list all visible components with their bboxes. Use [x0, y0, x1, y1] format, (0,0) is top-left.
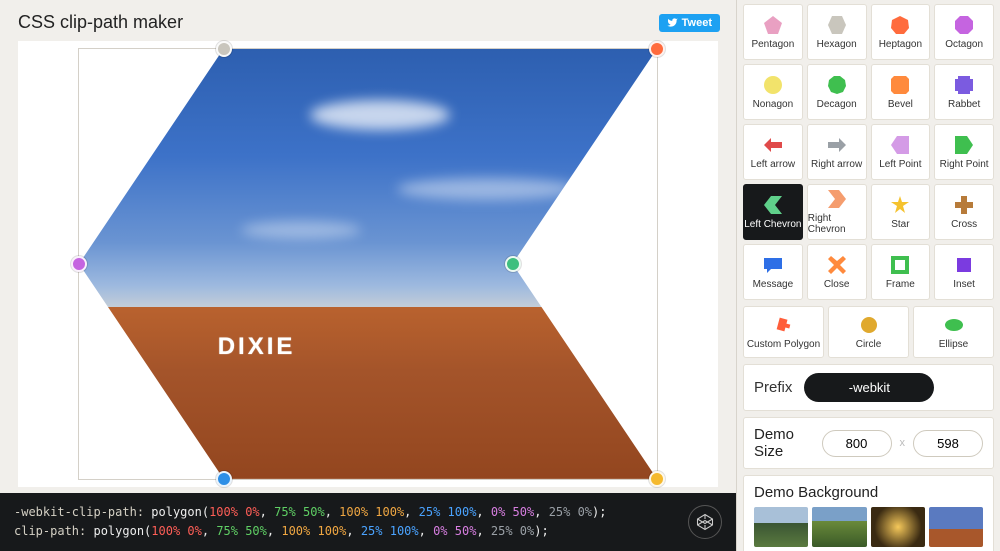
shape-label: Right arrow: [811, 159, 862, 170]
shape-pentagon[interactable]: Pentagon: [743, 4, 803, 60]
shape-label: Close: [824, 279, 850, 290]
left-point-icon: [890, 135, 910, 155]
shape-label: Left Point: [879, 159, 921, 170]
bevel-icon: [890, 75, 910, 95]
demo-height-input[interactable]: [913, 430, 983, 457]
shape-label: Star: [891, 219, 909, 230]
shape-custom-polygon[interactable]: Custom Polygon: [743, 306, 824, 358]
shape-label: Right Point: [940, 159, 989, 170]
shape-message[interactable]: Message: [743, 244, 803, 300]
shape-label: Nonagon: [753, 99, 794, 110]
demo-size-label: Demo Size: [754, 426, 814, 460]
shape-cross[interactable]: Cross: [934, 184, 994, 240]
shape-label: Inset: [953, 279, 975, 290]
shape-frame[interactable]: Frame: [871, 244, 931, 300]
shape-left-point[interactable]: Left Point: [871, 124, 931, 180]
shape-star[interactable]: Star: [871, 184, 931, 240]
shape-inset[interactable]: Inset: [934, 244, 994, 300]
shape-rabbet[interactable]: Rabbet: [934, 64, 994, 120]
octagon-icon: [954, 15, 974, 35]
clip-handle[interactable]: [505, 256, 521, 272]
image-text: DIXIE: [218, 333, 296, 361]
decagon-icon: [827, 75, 847, 95]
nonagon-icon: [763, 75, 783, 95]
size-separator: x: [900, 437, 906, 449]
shape-hexagon[interactable]: Hexagon: [807, 4, 867, 60]
sidebar: Pentagon Hexagon Heptagon Octagon Nonagon Dec…: [736, 0, 1000, 551]
shape-decagon[interactable]: Decagon: [807, 64, 867, 120]
shape-label: Hexagon: [817, 39, 857, 50]
shape-left-arrow[interactable]: Left arrow: [743, 124, 803, 180]
bg-thumb-bridge[interactable]: [754, 507, 808, 547]
cross-icon: [954, 195, 974, 215]
shape-ellipse[interactable]: Ellipse: [913, 306, 994, 358]
demo-canvas[interactable]: DIXIE: [18, 41, 718, 487]
shape-label: Left Chevron: [744, 219, 801, 230]
shape-nonagon[interactable]: Nonagon: [743, 64, 803, 120]
shape-close[interactable]: Close: [807, 244, 867, 300]
right-arrow-icon: [827, 135, 847, 155]
tweet-button[interactable]: Tweet: [659, 14, 720, 32]
clip-handle[interactable]: [71, 256, 87, 272]
codepen-button[interactable]: [688, 505, 722, 539]
shape-circle[interactable]: Circle: [828, 306, 909, 358]
clip-handle[interactable]: [649, 41, 665, 57]
shape-label: Left arrow: [751, 159, 795, 170]
bg-thumb-dixie[interactable]: [929, 507, 983, 547]
custom-polygon-icon: [774, 315, 794, 335]
inset-icon: [954, 255, 974, 275]
rabbet-icon: [954, 75, 974, 95]
shape-right-point[interactable]: Right Point: [934, 124, 994, 180]
code-output: -webkit-clip-path: polygon(100% 0%, 75% …: [14, 503, 607, 541]
clip-handle[interactable]: [216, 41, 232, 57]
circle-icon: [859, 315, 879, 335]
ellipse-icon: [944, 315, 964, 335]
shape-label: Ellipse: [939, 339, 968, 350]
prefix-label: Prefix: [754, 379, 792, 396]
clip-handle[interactable]: [649, 471, 665, 487]
close-icon: [827, 255, 847, 275]
shape-label: Right Chevron: [808, 213, 866, 235]
shape-label: Decagon: [817, 99, 857, 110]
clip-handle[interactable]: [216, 471, 232, 487]
shape-left-chevron[interactable]: Left Chevron: [743, 184, 803, 240]
shape-octagon[interactable]: Octagon: [934, 4, 994, 60]
bg-thumb-fields[interactable]: [812, 507, 866, 547]
twitter-icon: [667, 17, 678, 28]
message-icon: [763, 255, 783, 275]
shape-label: Frame: [886, 279, 915, 290]
shape-label: Pentagon: [751, 39, 794, 50]
shape-right-chevron[interactable]: Right Chevron: [807, 184, 867, 240]
hexagon-icon: [827, 15, 847, 35]
bg-thumb-sparks[interactable]: [871, 507, 925, 547]
prefix-select[interactable]: -webkit: [804, 373, 934, 402]
heptagon-icon: [890, 15, 910, 35]
shape-label: Bevel: [888, 99, 913, 110]
shape-label: Custom Polygon: [747, 339, 820, 350]
star-icon: [890, 195, 910, 215]
shape-bevel[interactable]: Bevel: [871, 64, 931, 120]
demo-bg-label: Demo Background: [754, 484, 983, 501]
clipped-image: DIXIE: [79, 49, 657, 479]
shape-label: Rabbet: [948, 99, 980, 110]
right-chevron-icon: [827, 189, 847, 209]
frame-icon: [890, 255, 910, 275]
shape-label: Octagon: [945, 39, 983, 50]
page-title: CSS clip-path maker: [18, 12, 183, 33]
shape-label: Message: [753, 279, 794, 290]
left-arrow-icon: [763, 135, 783, 155]
shape-label: Circle: [856, 339, 882, 350]
demo-width-input[interactable]: [822, 430, 892, 457]
shape-label: Heptagon: [879, 39, 922, 50]
right-point-icon: [954, 135, 974, 155]
shape-right-arrow[interactable]: Right arrow: [807, 124, 867, 180]
shape-label: Cross: [951, 219, 977, 230]
pentagon-icon: [763, 15, 783, 35]
shape-heptagon[interactable]: Heptagon: [871, 4, 931, 60]
tweet-label: Tweet: [682, 17, 712, 29]
left-chevron-icon: [763, 195, 783, 215]
